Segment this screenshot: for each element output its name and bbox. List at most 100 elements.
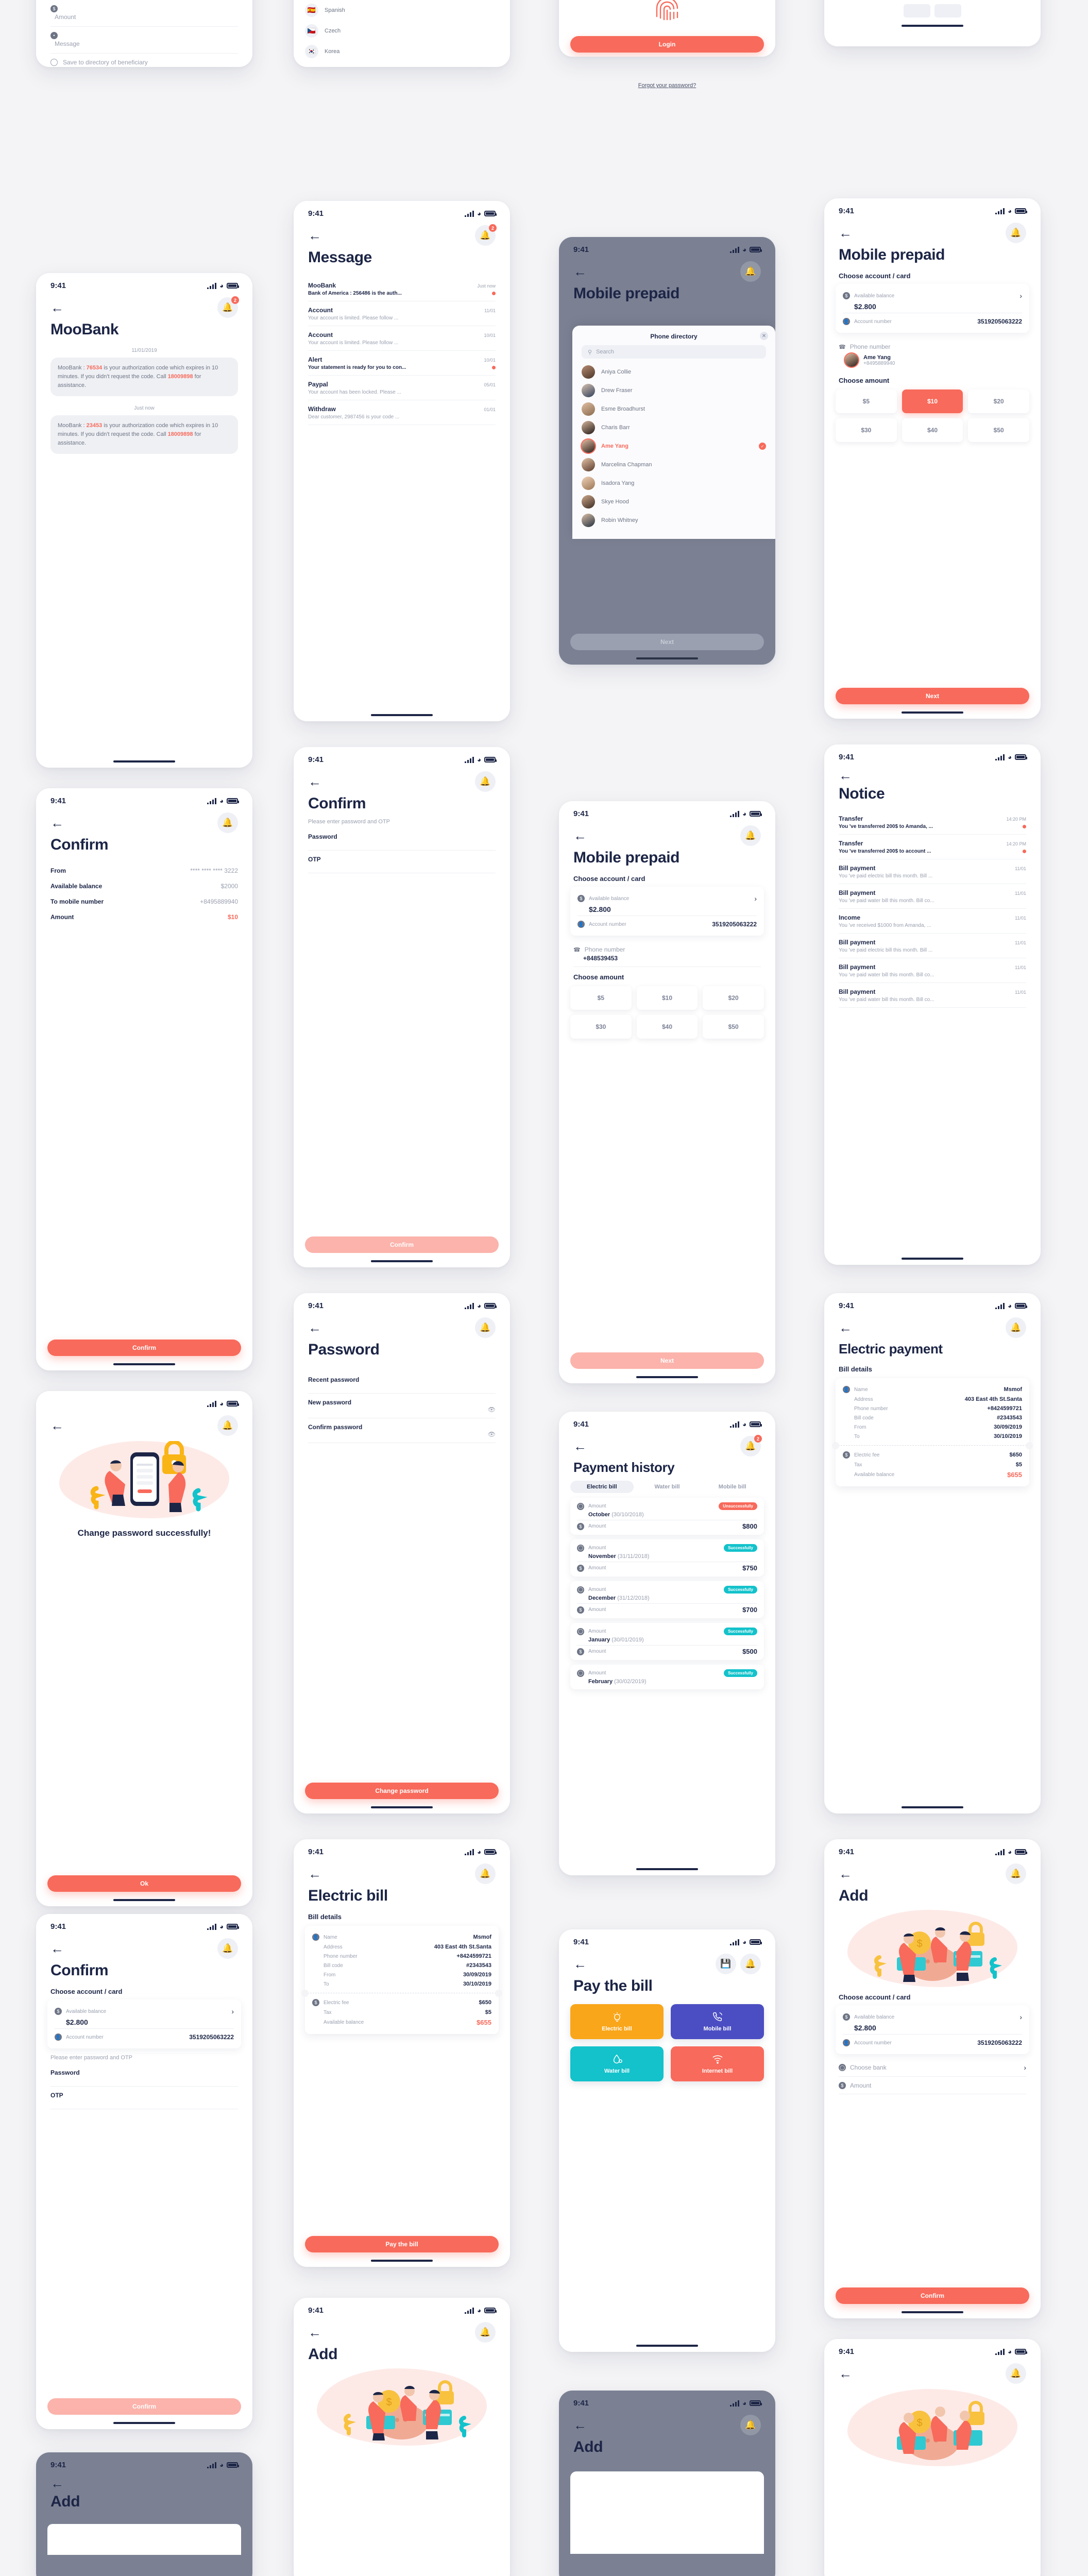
save-button[interactable]: 💾 [716, 1954, 736, 1974]
chevron-right-icon[interactable]: › [1019, 2013, 1022, 2021]
back-button[interactable]: ← [50, 2477, 64, 2490]
back-button[interactable]: ← [839, 1867, 852, 1880]
back-button[interactable]: ← [308, 1321, 321, 1334]
history-card[interactable]: ◯ Amount Successfully November (31/11/2018… [570, 1539, 764, 1577]
account-card[interactable]: $ Available balance › $2.800 👤 Account numb… [570, 887, 764, 936]
back-button[interactable]: ← [50, 1419, 64, 1432]
notifications-button[interactable]: 🔔 [475, 1317, 496, 1338]
amount-option[interactable]: $20 [968, 389, 1029, 413]
chevron-right-icon[interactable]: › [1019, 292, 1022, 300]
chevron-right-icon[interactable]: › [754, 894, 757, 903]
list-item[interactable]: Account 10/01 Your account is limited. Pl… [308, 326, 496, 351]
tile-internet-bill[interactable]: Internet bill [671, 2046, 764, 2081]
confirm-button[interactable]: Confirm [47, 1340, 241, 1356]
chevron-right-icon[interactable]: › [1024, 2063, 1026, 2072]
phone-number-field[interactable]: ☎ Phone number +848539453 [573, 941, 761, 967]
list-item[interactable]: Aniya Collie [572, 363, 775, 381]
back-button[interactable]: ← [50, 816, 64, 829]
history-card[interactable]: ◯ Amount Unsuccessfully October (30/10/201… [570, 1498, 764, 1535]
back-button[interactable]: ← [839, 2367, 852, 2380]
otp-field[interactable]: OTP [50, 2087, 238, 2109]
back-button[interactable]: ← [839, 226, 852, 240]
back-button[interactable]: ← [573, 1957, 587, 1971]
confirm-button[interactable]: Confirm [836, 2287, 1029, 2304]
radio-icon[interactable] [50, 59, 58, 66]
notifications-button[interactable]: 🔔 [217, 1938, 238, 1959]
notifications-button[interactable]: 🔔 [1006, 1863, 1026, 1884]
history-card[interactable]: ◯ Amount Successfully February (30/02/2019… [570, 1665, 764, 1689]
login-button[interactable]: Login [570, 36, 764, 53]
recent-password-field[interactable]: Recent password [308, 1371, 496, 1394]
list-item[interactable]: Bill payment 11/01 You 've paid electric b… [839, 859, 1026, 884]
account-card[interactable]: $ Available balance › $2.800 👤 Account numb… [836, 284, 1029, 333]
amount-option[interactable]: $20 [703, 986, 764, 1010]
notifications-button[interactable]: 🔔 [217, 1415, 238, 1436]
notifications-button[interactable]: 🔔 [475, 771, 496, 792]
list-item[interactable]: Bill payment 11/01 You 've paid water bill… [839, 983, 1026, 1008]
list-item[interactable]: Account 11/01 Your account is limited. Pl… [308, 301, 496, 326]
amount-option[interactable]: $30 [570, 1015, 632, 1039]
search-input[interactable]: ⚲ Search [582, 345, 766, 359]
back-button[interactable]: ← [573, 265, 587, 278]
card-thumb[interactable] [934, 4, 961, 18]
account-card[interactable]: $ Available balance › $2.800 👤 Account numb… [836, 2005, 1029, 2054]
next-button[interactable]: Next [570, 1352, 764, 1369]
list-item[interactable]: Bill payment 11/01 You 've paid water bill… [839, 958, 1026, 983]
amount-option[interactable]: $40 [902, 418, 963, 442]
otp-field[interactable]: OTP [308, 851, 496, 873]
forgot-password-link[interactable]: Forgot your password? [559, 82, 775, 89]
list-item[interactable]: Paypal 05/01 Your account has been locked… [308, 376, 496, 400]
language-item-czech[interactable]: 🇨🇿 Czech [294, 21, 510, 41]
notifications-button[interactable]: 🔔 [740, 1954, 761, 1974]
confirm-password-field[interactable]: Confirm password 👁 [308, 1418, 496, 1443]
choose-bank-field[interactable]: ◯ Choose bank › [839, 2058, 1026, 2077]
back-button[interactable]: ← [573, 829, 587, 842]
history-card[interactable]: ◯ Amount Successfully December (31/12/2018… [570, 1581, 764, 1618]
tile-water-bill[interactable]: Water bill [570, 2046, 664, 2081]
amount-option[interactable]: $5 [570, 986, 632, 1010]
ok-button[interactable]: Ok [47, 1875, 241, 1892]
back-button[interactable]: ← [308, 775, 321, 788]
notifications-button[interactable]: 🔔 [740, 825, 761, 846]
amount-option[interactable]: $40 [636, 1015, 698, 1039]
notifications-button[interactable]: 🔔 2 [475, 224, 497, 246]
password-field[interactable]: Password [50, 2064, 238, 2087]
back-button[interactable]: ← [308, 1867, 321, 1880]
notifications-button[interactable]: 🔔 [475, 2322, 496, 2343]
tab-electric-bill[interactable]: Electric bill [570, 1481, 634, 1493]
notifications-button[interactable]: 🔔 [740, 261, 761, 282]
back-button[interactable]: ← [573, 2418, 587, 2432]
next-button[interactable]: Next [836, 688, 1029, 704]
amount-field[interactable]: $ Amount [839, 2077, 1026, 2094]
back-button[interactable]: ← [308, 229, 321, 242]
notifications-button[interactable]: 🔔 [217, 812, 238, 833]
notifications-button[interactable]: 🔔 [740, 2415, 761, 2435]
list-item[interactable]: Bill payment 11/01 You 've paid electric b… [839, 934, 1026, 958]
list-item[interactable]: Income 11/01 You 've received $1000 from A… [839, 909, 1026, 934]
confirm-button[interactable]: Confirm [305, 1236, 499, 1253]
list-item[interactable]: Marcelina Chapman [572, 455, 775, 474]
language-item-spanish[interactable]: 🇪🇸 Spanish [294, 0, 510, 21]
back-button[interactable]: ← [50, 1942, 64, 1955]
change-password-button[interactable]: Change password [305, 1783, 499, 1799]
notifications-button[interactable]: 🔔 [1006, 1317, 1026, 1338]
amount-option[interactable]: $50 [703, 1015, 764, 1039]
eye-icon[interactable]: 👁 [488, 1431, 496, 1438]
amount-option[interactable]: $30 [836, 418, 897, 442]
list-item[interactable]: Alert 10/01 Your statement is ready for y… [308, 351, 496, 376]
back-button[interactable]: ← [308, 2326, 321, 2339]
amount-option[interactable]: $5 [836, 389, 897, 413]
message-field[interactable]: • Message [50, 27, 238, 54]
account-card[interactable]: $ Available balance › $2.800 👤 Account n… [47, 1999, 241, 2048]
list-item[interactable]: Esme Broadhurst [572, 400, 775, 418]
back-button[interactable]: ← [839, 769, 852, 782]
history-card[interactable]: ◯ Amount Successfully January (30/01/2019)… [570, 1623, 764, 1660]
list-item[interactable]: Withdraw 01/01 Dear customer, 2987456 is … [308, 400, 496, 425]
tab-water-bill[interactable]: Water bill [636, 1481, 699, 1493]
notifications-button[interactable]: 🔔 2 [217, 296, 239, 318]
language-item-korea[interactable]: 🇰🇷 Korea [294, 41, 510, 62]
chevron-right-icon[interactable]: › [231, 2007, 234, 2015]
pay-the-bill-button[interactable]: Pay the bill [305, 2236, 499, 2252]
list-item[interactable]: Bill payment 11/01 You 've paid water bill… [839, 884, 1026, 909]
list-item-selected[interactable]: Ame Yang ✓ [572, 437, 775, 455]
